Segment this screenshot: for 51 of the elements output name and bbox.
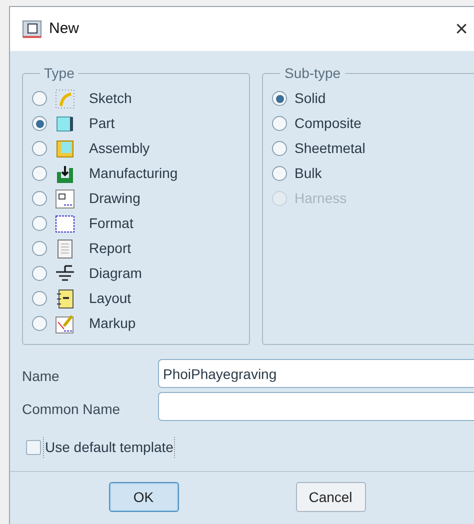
type-label: Markup (89, 314, 136, 333)
text-field[interactable] (158, 392, 474, 421)
app-icon (22, 20, 42, 38)
field-label: Common Name (22, 400, 122, 419)
radio-button[interactable] (32, 191, 47, 206)
checkbox-label: Use default template (43, 436, 176, 458)
radio-button[interactable] (32, 116, 47, 131)
sketch-icon (55, 88, 75, 108)
subtype-label: Bulk (294, 164, 322, 183)
type-label: Format (89, 214, 134, 233)
type-label: Layout (89, 289, 132, 308)
radio-button[interactable] (32, 166, 47, 181)
type-label: Assembly (89, 139, 150, 158)
radio-button[interactable] (272, 141, 288, 156)
subtype-label: Sheetmetal (294, 139, 366, 158)
type-label: Diagram (89, 264, 142, 283)
checkbox[interactable] (26, 440, 41, 454)
subtype-label: Composite (294, 114, 362, 133)
radio-button[interactable] (32, 291, 47, 306)
manufacturing-icon (55, 164, 75, 184)
radio-button[interactable] (32, 266, 47, 281)
assembly-icon (55, 138, 75, 158)
report-icon (55, 238, 75, 258)
radio-button[interactable] (32, 316, 47, 331)
text-field[interactable]: PhoiPhayegraving (158, 359, 474, 388)
group-legend: Sub-type (280, 63, 345, 84)
radio-button[interactable] (32, 91, 47, 106)
dialog-button[interactable]: Cancel (296, 482, 366, 512)
markup-icon (55, 314, 75, 334)
ground-symbol-icon (55, 264, 75, 284)
type-label: Drawing (89, 189, 140, 208)
field-label: Name (22, 367, 60, 386)
radio-button[interactable] (32, 141, 47, 156)
notebook-icon (55, 288, 75, 308)
subtype-label: Solid (294, 89, 326, 108)
type-label: Sketch (89, 89, 132, 108)
close-button[interactable]: × (455, 18, 468, 40)
type-label: Part (89, 114, 115, 133)
radio-button[interactable] (32, 216, 47, 231)
type-label: Manufacturing (89, 164, 178, 183)
group-legend: Type (40, 63, 78, 84)
type-label: Report (89, 239, 132, 258)
radio-button[interactable] (272, 166, 288, 181)
window-title: New (49, 18, 80, 39)
radio-button[interactable] (272, 91, 288, 106)
format-icon (55, 214, 75, 234)
drawing-icon (55, 188, 75, 208)
radio-button[interactable] (32, 241, 47, 256)
radio-button[interactable] (272, 116, 288, 131)
cube-icon (55, 114, 75, 134)
dialog-button[interactable]: OK (108, 482, 178, 512)
